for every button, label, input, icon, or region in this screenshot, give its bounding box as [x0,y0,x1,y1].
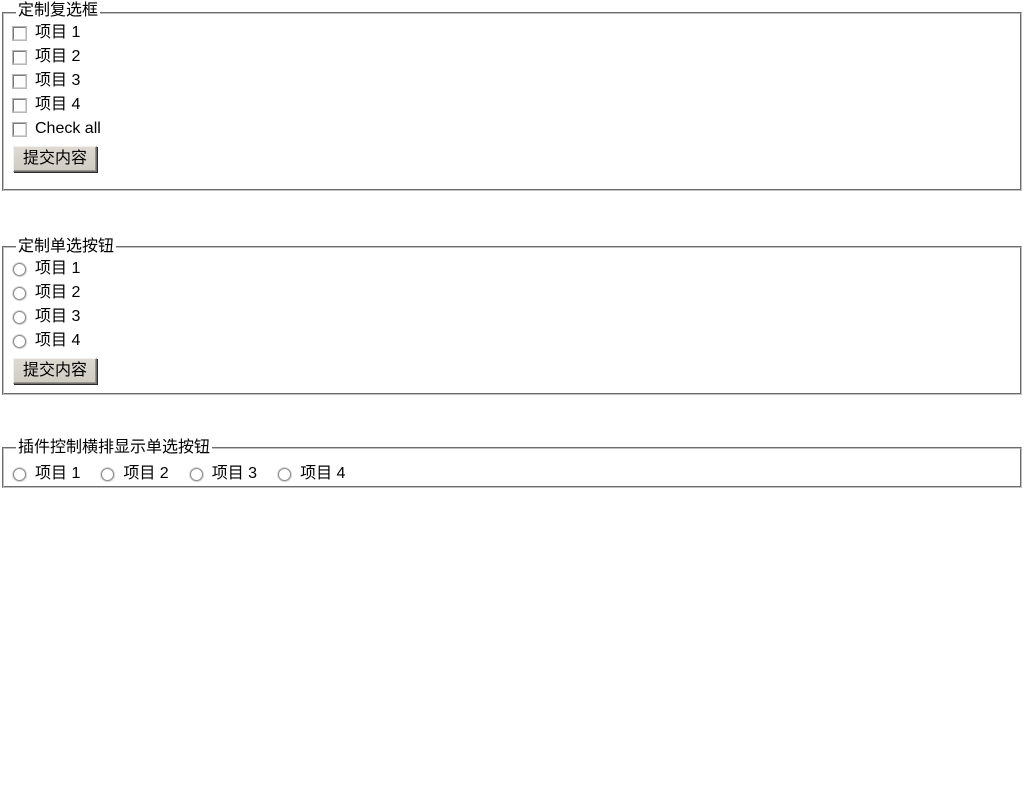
radio-unchecked-icon[interactable] [13,334,26,348]
radio-option-row[interactable]: 项目 1 [10,257,1014,281]
checkbox-check-all-row[interactable]: Check all [10,117,1014,141]
checkbox-option-label: 项目 2 [35,48,81,65]
checkbox-submit-button[interactable]: 提交内容 [13,146,98,172]
checkbox-option-row[interactable]: 项目 1 [10,21,1014,45]
radio-option-row[interactable]: 项目 4 [10,329,1014,353]
radio-unchecked-icon[interactable] [13,310,26,324]
checkbox-unchecked-icon[interactable] [12,121,27,137]
radio-unchecked-icon[interactable] [278,467,292,481]
radio-option-row[interactable]: 项目 2 [10,281,1014,305]
inline-radio-option-label: 项目 3 [211,465,258,482]
inline-radio-option-label: 项目 2 [123,465,169,482]
checkbox-check-all-label: Check all [35,120,101,137]
radio-option-label: 项目 3 [35,308,81,325]
checkbox-fieldset-legend: 定制复选框 [18,2,99,19]
radio-option-label: 项目 2 [35,284,81,301]
radio-unchecked-icon[interactable] [13,467,26,481]
radio-fieldset-legend: 定制单选按钮 [18,238,115,255]
checkbox-unchecked-icon[interactable] [12,49,27,65]
checkbox-unchecked-icon[interactable] [12,25,27,41]
radio-option-row[interactable]: 项目 3 [10,305,1014,329]
inline-radio-option[interactable]: 项目 4 [275,466,345,482]
radio-unchecked-icon[interactable] [13,262,26,276]
radio-unchecked-icon[interactable] [101,467,115,481]
checkbox-option-label: 项目 3 [35,72,81,89]
checkbox-submit-wrapper: 提交内容 [10,141,1014,172]
page-root: 定制复选框 项目 1 项目 2 项目 3 项目 4 Check all 提交内容… [0,2,1024,800]
radio-option-label: 项目 1 [35,260,81,277]
radio-unchecked-icon[interactable] [13,286,26,300]
inline-radio-option[interactable]: 项目 3 [187,466,257,482]
inline-radio-option-label: 项目 1 [35,465,81,482]
radio-submit-wrapper: 提交内容 [10,353,1014,384]
inline-radio-row: 项目 1 项目 2 项目 3 项目 4 [10,462,1014,486]
checkbox-option-row[interactable]: 项目 2 [10,45,1014,69]
radio-fieldset: 定制单选按钮 项目 1 项目 2 项目 3 项目 4 提交内容 [2,239,1022,395]
inline-radio-fieldset-legend: 插件控制横排显示单选按钮 [18,439,211,456]
checkbox-option-label: 项目 1 [35,24,81,41]
inline-radio-fieldset: 插件控制横排显示单选按钮 项目 1 项目 2 项目 3 项目 4 [2,440,1022,488]
inline-radio-option-label: 项目 4 [300,465,346,482]
checkbox-option-row[interactable]: 项目 4 [10,93,1014,117]
checkbox-fieldset: 定制复选框 项目 1 项目 2 项目 3 项目 4 Check all 提交内容 [2,2,1022,191]
radio-option-label: 项目 4 [35,332,81,349]
checkbox-option-row[interactable]: 项目 3 [10,69,1014,93]
checkbox-unchecked-icon[interactable] [12,73,27,89]
inline-radio-option[interactable]: 项目 2 [98,465,169,482]
radio-unchecked-icon[interactable] [189,467,203,481]
inline-radio-option[interactable]: 项目 1 [10,466,80,482]
checkbox-option-label: 项目 4 [35,96,81,113]
checkbox-unchecked-icon[interactable] [12,97,27,113]
radio-submit-button[interactable]: 提交内容 [13,358,98,384]
